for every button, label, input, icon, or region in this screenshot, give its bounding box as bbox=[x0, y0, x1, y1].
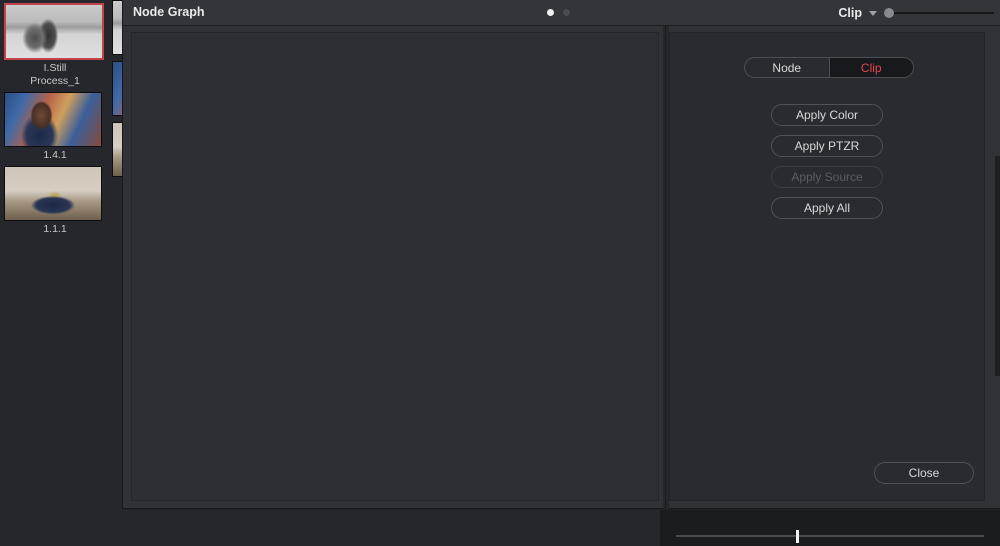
sidebar-bottom-filler bbox=[0, 510, 122, 546]
timeline-scrubber-track[interactable] bbox=[676, 535, 984, 537]
stills-gallery-sidebar: I.Still Process_1 1.4.1 1.1.1 bbox=[0, 0, 122, 546]
gallery-still-thumbnail-4[interactable] bbox=[112, 61, 122, 116]
gallery-still-label-5 bbox=[112, 177, 122, 179]
timeline-scrubber[interactable] bbox=[676, 529, 984, 543]
page-indicator-dots bbox=[547, 9, 570, 16]
davinci-resolve-node-graph-window: I.Still Process_1 1.4.1 1.1.1 Node Graph… bbox=[0, 0, 1000, 546]
toggle-option-clip[interactable]: Clip bbox=[829, 58, 913, 77]
gallery-still-item-5[interactable] bbox=[112, 122, 122, 179]
window-body: Node Clip Apply Color Apply PTZR Apply S… bbox=[123, 26, 1000, 509]
timeline-scrubber-playhead[interactable] bbox=[796, 530, 799, 543]
page-dot-2[interactable] bbox=[563, 9, 570, 16]
window-title: Node Graph bbox=[133, 5, 205, 19]
room-interior-image-2 bbox=[113, 123, 122, 176]
wedding-couple-bw-image bbox=[6, 5, 102, 58]
right-vertical-scrollbar[interactable] bbox=[995, 156, 1000, 376]
toggle-option-node[interactable]: Node bbox=[745, 58, 830, 77]
node-graph-canvas[interactable] bbox=[131, 32, 659, 501]
page-dot-1[interactable] bbox=[547, 9, 554, 16]
woman-portrait-image-2 bbox=[113, 62, 122, 115]
zoom-slider[interactable] bbox=[884, 6, 994, 20]
node-clip-toggle[interactable]: Node Clip bbox=[744, 57, 914, 78]
node-graph-window: Node Graph Clip Node Clip Apply Color Ap… bbox=[122, 0, 1000, 509]
gallery-still-label-1: 1.4.1 bbox=[43, 149, 67, 161]
gallery-column-secondary bbox=[112, 0, 122, 183]
room-interior-image bbox=[5, 167, 101, 220]
gallery-still-thumbnail-3[interactable] bbox=[112, 0, 122, 55]
woman-portrait-image bbox=[5, 93, 101, 146]
gallery-still-item-4[interactable] bbox=[112, 61, 122, 118]
gallery-still-thumbnail-1[interactable] bbox=[4, 92, 102, 147]
gallery-still-item-0[interactable]: I.Still Process_1 bbox=[4, 3, 106, 88]
gallery-still-item-2[interactable]: 1.1.1 bbox=[4, 166, 106, 236]
gallery-still-label-3 bbox=[112, 55, 122, 57]
gallery-still-label-2: 1.1.1 bbox=[43, 223, 67, 235]
zoom-slider-track[interactable] bbox=[884, 12, 994, 14]
apply-grade-panel: Node Clip Apply Color Apply PTZR Apply S… bbox=[669, 32, 985, 501]
gallery-column-primary: I.Still Process_1 1.4.1 1.1.1 bbox=[4, 0, 106, 240]
wedding-couple-bw-image-2 bbox=[113, 1, 122, 54]
gallery-still-label-4 bbox=[112, 116, 122, 118]
gallery-still-thumbnail-0[interactable] bbox=[4, 3, 104, 60]
zoom-slider-knob[interactable] bbox=[884, 8, 894, 18]
apply-source-button: Apply Source bbox=[771, 166, 883, 188]
gallery-still-thumbnail-2[interactable] bbox=[4, 166, 102, 221]
mode-dropdown-label[interactable]: Clip bbox=[838, 6, 862, 20]
gallery-still-thumbnail-5[interactable] bbox=[112, 122, 122, 177]
apply-color-button[interactable]: Apply Color bbox=[771, 104, 883, 126]
chevron-down-icon[interactable] bbox=[869, 10, 877, 16]
bottom-left-strip bbox=[122, 510, 660, 546]
apply-ptzr-button[interactable]: Apply PTZR bbox=[771, 135, 883, 157]
bottom-right-strip bbox=[660, 510, 1000, 546]
close-button-row: Close bbox=[670, 462, 984, 484]
gallery-still-item-1[interactable]: 1.4.1 bbox=[4, 92, 106, 162]
apply-all-button[interactable]: Apply All bbox=[771, 197, 883, 219]
apply-buttons-group: Apply Color Apply PTZR Apply Source Appl… bbox=[670, 104, 984, 228]
window-titlebar[interactable]: Node Graph Clip bbox=[123, 0, 1000, 26]
close-button[interactable]: Close bbox=[874, 462, 974, 484]
gallery-still-item-3[interactable] bbox=[112, 0, 122, 57]
titlebar-right-controls: Clip bbox=[838, 0, 994, 26]
gallery-still-label-0: I.Still Process_1 bbox=[30, 62, 80, 87]
